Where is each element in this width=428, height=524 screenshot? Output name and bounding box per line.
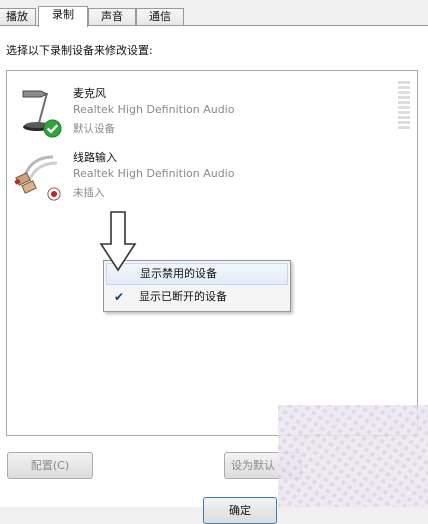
down-arrow-annotation-icon [99, 211, 137, 272]
unplugged-icon [47, 187, 61, 201]
tab-sounds[interactable]: 声音 [88, 8, 136, 25]
device-status: 未插入 [73, 187, 105, 199]
device-description: Realtek High Definition Audio [73, 167, 235, 180]
default-check-icon [43, 119, 62, 138]
menu-item-show-disconnected[interactable]: ✔ 显示已断开的设备 [106, 286, 288, 308]
device-list[interactable]: 麦克风 Realtek High Definition Audio 默认设备 线… [6, 70, 418, 436]
device-row-line-in[interactable]: 线路输入 Realtek High Definition Audio 未插入 [7, 145, 397, 203]
device-name: 线路输入 [73, 151, 117, 164]
level-meter [398, 81, 410, 133]
device-description: Realtek High Definition Audio [73, 103, 235, 116]
configure-button[interactable]: 配置(C) [7, 452, 93, 479]
instruction-label: 选择以下录制设备来修改设置: [6, 44, 153, 57]
device-row-microphone[interactable]: 麦克风 Realtek High Definition Audio 默认设备 [7, 81, 397, 139]
menu-item-label: 显示已断开的设备 [139, 290, 227, 303]
ok-button[interactable]: 确定 [203, 497, 277, 524]
checkmark-icon: ✔ [114, 290, 125, 304]
tab-strip: 播放 录制 声音 通信 [0, 6, 428, 27]
watermark-pattern [278, 405, 428, 507]
tab-playback[interactable]: 播放 [0, 8, 36, 25]
device-status: 默认设备 [73, 123, 115, 135]
menu-item-label: 显示禁用的设备 [140, 267, 217, 280]
device-name: 麦克风 [73, 87, 106, 100]
tab-recording[interactable]: 录制 [38, 6, 88, 27]
tab-communications[interactable]: 通信 [136, 8, 184, 25]
